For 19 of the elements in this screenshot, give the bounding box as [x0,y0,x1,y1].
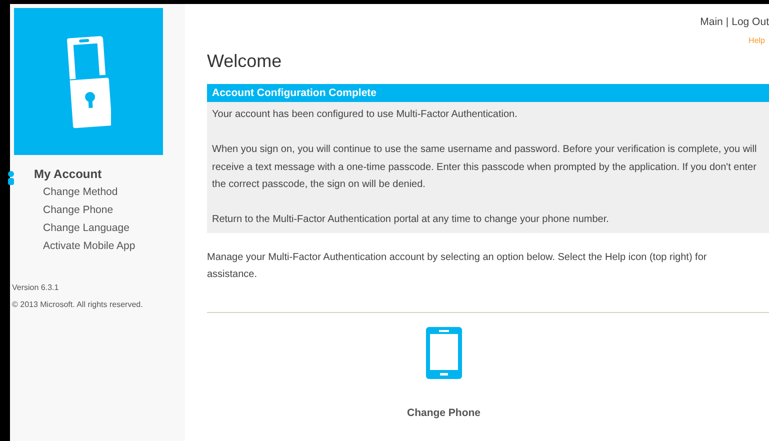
instructions-text: Manage your Multi-Factor Authentication account by selecting an option below. Select the Help icon (top right) for assistance. [207,250,708,282]
message-paragraph: Return to the Multi-Factor Authentication portal at any time to change your phone number. [212,213,610,227]
nav-link[interactable]: Main [700,16,723,28]
sidebar-link[interactable]: Change Language [43,219,136,237]
version-text: Version 6.3.1 [12,283,60,292]
phone-icon [426,326,462,378]
sidebar-link[interactable]: Activate Mobile App [43,237,136,255]
phone-lock-icon [66,34,110,128]
option-button[interactable]: Change Phone [407,312,481,418]
copyright-text: © 2013 Microsoft. All rights reserved. [12,300,144,309]
sidebar-link[interactable]: Change Phone [43,201,136,219]
message-paragraph: Your account has been configured to use Multi-Factor Authentication. [212,108,518,122]
link-separator: | [726,16,729,28]
nav-link[interactable]: Log Out [732,16,769,28]
sidebar-link[interactable]: Change Method [43,183,136,201]
message-paragraph: When you sign on, you will continue to use the same username and password. Before your verification is complete, you will receive a text message with a one-time passcode. Enter this passcode when prompted by the application. If you don't enter the correct passcode, the sign on will be denied. [212,143,757,192]
page-title: Welcome [207,51,283,72]
section-heading: My Account [34,167,103,181]
panel-header: Account Configuration Complete [207,84,769,102]
